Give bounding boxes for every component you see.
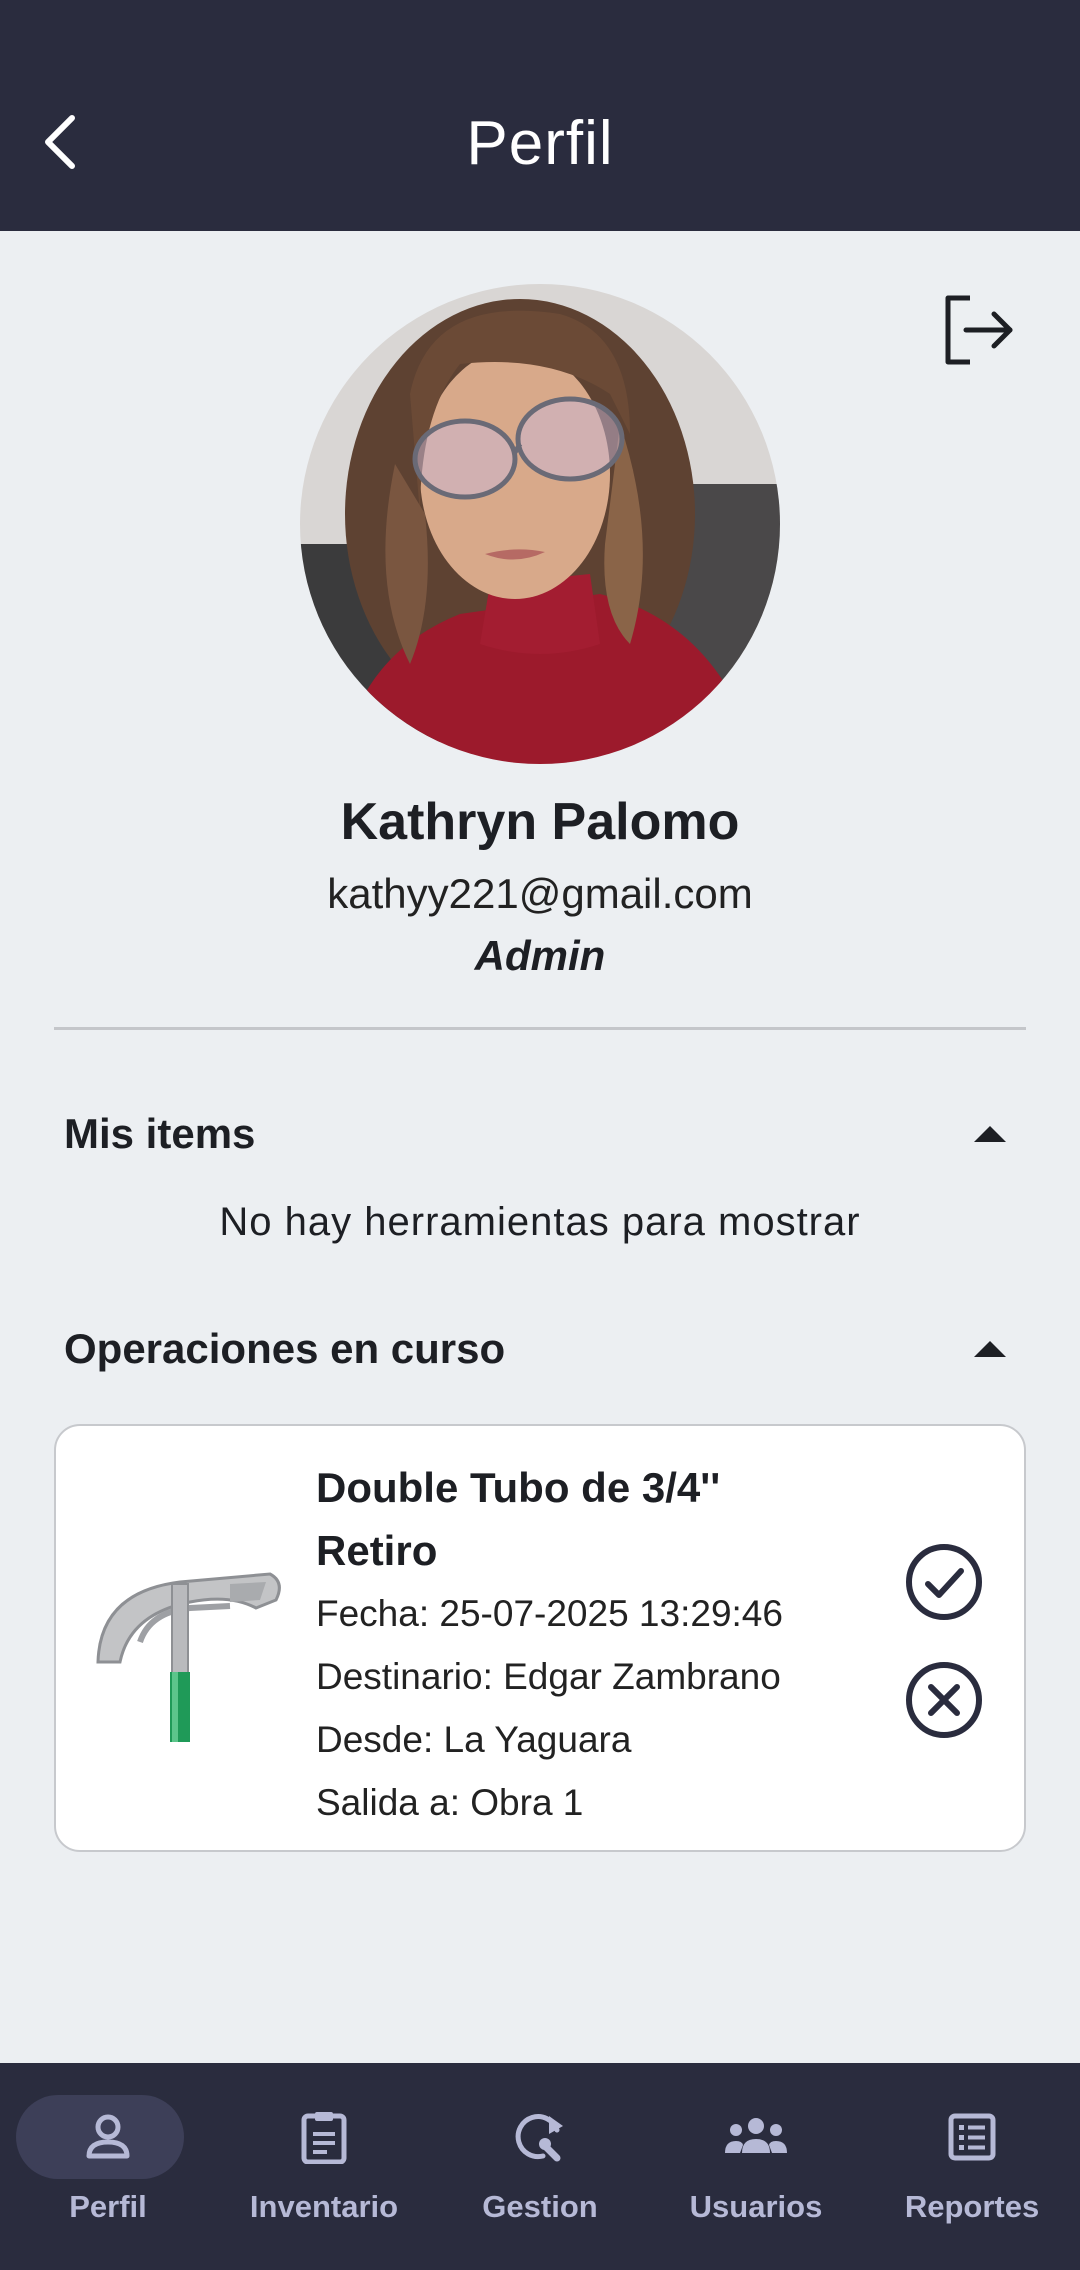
operation-tool-name: Double Tubo de 3/4'' — [316, 1464, 721, 1511]
logout-button[interactable] — [936, 288, 1020, 372]
nav-item-reportes[interactable]: Reportes — [864, 2063, 1080, 2270]
close-circle-icon — [906, 1662, 982, 1738]
avatar-photo — [300, 284, 780, 764]
nav-label-inventario: Inventario — [249, 2189, 399, 2224]
nav-label-gestion: Gestion — [482, 2189, 598, 2224]
operation-recipient: Destinario: Edgar Zambrano — [316, 1656, 781, 1697]
operation-destination: Salida a: Obra 1 — [316, 1782, 584, 1823]
bottom-navigation: Perfil Inventario Gestion Usuarios Repor… — [0, 2063, 1080, 2270]
page-title: Perfil — [466, 109, 614, 178]
refresh-wrench-icon — [432, 2107, 648, 2167]
app-bar: Perfil — [0, 0, 1080, 231]
operation-origin: Desde: La Yaguara — [316, 1719, 632, 1760]
group-icon — [648, 2107, 864, 2167]
nav-item-gestion[interactable]: Gestion — [432, 2063, 648, 2270]
check-circle-icon — [906, 1544, 982, 1620]
reject-button[interactable] — [902, 1658, 986, 1742]
person-icon — [0, 2107, 216, 2167]
pipe-bender-image — [96, 1572, 281, 1838]
section-mis-items-header[interactable]: Mis items — [64, 1102, 1024, 1166]
nav-label-reportes: Reportes — [904, 2189, 1040, 2224]
operation-date: Fecha: 25-07-2025 13:29:46 — [316, 1593, 783, 1634]
nav-item-perfil[interactable]: Perfil — [0, 2063, 216, 2270]
caret-up-icon — [974, 1126, 1006, 1142]
caret-up-icon — [974, 1341, 1006, 1357]
section-title-mis-items: Mis items — [64, 1110, 256, 1157]
nav-label-usuarios: Usuarios — [689, 2189, 823, 2224]
profile-email: kathyy221@gmail.com — [327, 870, 753, 917]
nav-label-perfil: Perfil — [69, 2189, 147, 2224]
tool-thumbnail — [80, 1522, 300, 1838]
profile-role: Admin — [474, 932, 606, 979]
avatar — [300, 284, 780, 764]
list-icon — [864, 2107, 1080, 2167]
operation-card[interactable]: Double Tubo de 3/4'' Retiro Fecha: 25-07… — [54, 1424, 1026, 1852]
section-title-operaciones: Operaciones en curso — [64, 1325, 506, 1372]
empty-items-message: No hay herramientas para mostrar — [219, 1200, 861, 1244]
clipboard-icon — [216, 2107, 432, 2167]
nav-item-inventario[interactable]: Inventario — [216, 2063, 432, 2270]
divider — [54, 1027, 1026, 1030]
approve-button[interactable] — [902, 1540, 986, 1624]
logout-icon — [945, 295, 1013, 365]
operation-type: Retiro — [316, 1527, 438, 1574]
profile-name: Kathryn Palomo — [340, 793, 740, 851]
section-operaciones-header[interactable]: Operaciones en curso — [64, 1317, 1024, 1381]
nav-item-usuarios[interactable]: Usuarios — [648, 2063, 864, 2270]
operation-details: Double Tubo de 3/4'' Retiro Fecha: 25-07… — [316, 1456, 836, 1834]
